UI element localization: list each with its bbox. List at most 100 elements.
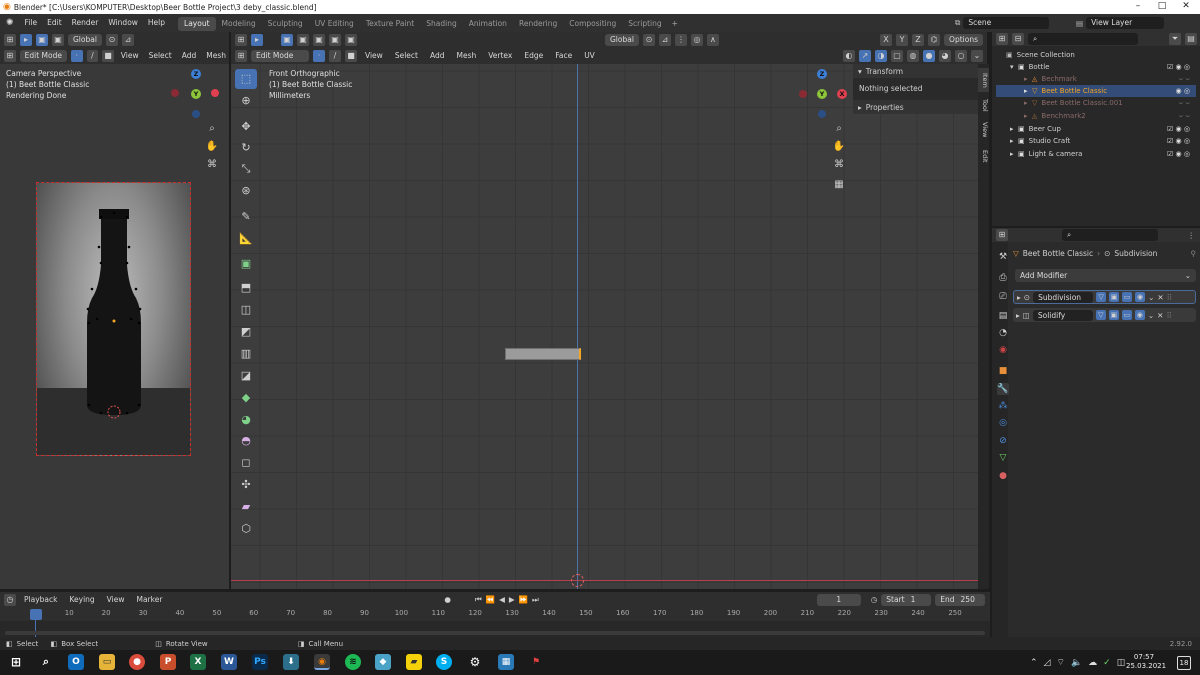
powerpoint-icon[interactable]: P xyxy=(160,654,176,670)
modifier-panel-subdivision[interactable]: ▸ ⊙ Subdivision ▽ ▣ ▭ ◉ ⌄ ✕ ⠿ xyxy=(1013,290,1196,304)
modifier-name-field[interactable]: Solidify xyxy=(1032,309,1093,321)
chrome-icon[interactable]: ● xyxy=(129,654,145,670)
move-tool-icon[interactable]: ✥ xyxy=(235,117,257,137)
outliner-item-beer-cup[interactable]: ▸ ▣ Beer Cup ☑ ◉ ◎ xyxy=(996,123,1196,135)
render-props-icon[interactable]: ⎙ xyxy=(997,272,1009,284)
snap-icon[interactable]: ⊿ xyxy=(658,34,671,46)
mirror-x-toggle[interactable]: X xyxy=(880,34,893,46)
outliner-item-studio-craft[interactable]: ▸ ▣ Studio Craft ☑ ◉ ◎ xyxy=(996,135,1196,147)
rip-tool-icon[interactable]: ⬡ xyxy=(235,519,257,539)
select-mode-intersect-icon[interactable]: ▣ xyxy=(345,34,357,46)
record-icon[interactable]: ● xyxy=(444,595,451,604)
maximize-icon[interactable]: □ xyxy=(1150,0,1174,13)
jump-end-icon[interactable]: ⏭ xyxy=(532,595,539,605)
edge-select-icon[interactable]: / xyxy=(329,50,341,62)
poly-build-tool-icon[interactable]: ◆ xyxy=(235,388,257,408)
chevron-down-icon[interactable]: ⌄ xyxy=(1148,311,1154,320)
prev-keyframe-icon[interactable]: ⏪ xyxy=(486,595,495,604)
new-collection-icon[interactable]: ▤ xyxy=(1185,33,1197,45)
file-explorer-icon[interactable]: ▭ xyxy=(99,654,115,670)
outliner-item-bechmark[interactable]: ▸ ◬ Bechmark ⌣ ⌣ xyxy=(996,73,1196,85)
transform-orientation-dropdown[interactable]: Global xyxy=(605,34,639,46)
left-menu-mesh[interactable]: Mesh xyxy=(203,47,229,65)
photos-icon[interactable]: ▦ xyxy=(498,654,514,670)
extrude-tool-icon[interactable]: ⬒ xyxy=(235,278,257,298)
vertex-select-icon[interactable]: · xyxy=(313,50,325,62)
nav-gizmo-x-neg-icon[interactable] xyxy=(799,90,807,98)
options-dropdown[interactable]: Options xyxy=(944,34,983,46)
auto-merge-icon[interactable]: ⌬ xyxy=(928,34,941,46)
workspace-tab-sculpting[interactable]: Sculpting xyxy=(262,17,309,31)
windows-start-icon[interactable]: ⊞ xyxy=(8,654,24,670)
workspace-tab-shading[interactable]: Shading xyxy=(420,17,462,31)
loop-cut-tool-icon[interactable]: ▥ xyxy=(235,344,257,364)
menu-window[interactable]: Window xyxy=(103,14,143,32)
render-toggle-icon[interactable]: ◉ xyxy=(1135,292,1146,302)
cloud-icon[interactable]: ☁ xyxy=(1088,658,1097,668)
pivot-icon[interactable]: ⊙ xyxy=(642,34,655,46)
edit-mode-toggle-icon[interactable]: ▽ xyxy=(1096,292,1107,302)
workspace-tab-texture-paint[interactable]: Texture Paint xyxy=(360,17,420,31)
download-app-icon[interactable]: ⬇ xyxy=(283,654,299,670)
transform-tool-icon[interactable]: ⊛ xyxy=(235,181,257,201)
face-select-icon[interactable]: ■ xyxy=(345,50,357,62)
physics-props-icon[interactable]: ◎ xyxy=(997,417,1009,429)
main-3d-viewport[interactable]: Front Orthographic (1) Beet Bottle Class… xyxy=(231,64,978,589)
visibility-eye-icon[interactable]: ☑ ◉ ◎ xyxy=(1167,135,1190,147)
chevron-up-icon[interactable]: ⌃ xyxy=(1030,658,1038,668)
viewport-toggle-icon[interactable]: ▭ xyxy=(1121,310,1132,320)
cage-toggle-icon[interactable]: ▣ xyxy=(1108,310,1119,320)
pin-icon[interactable]: ⚲ xyxy=(1191,249,1197,258)
proportional-falloff-icon[interactable]: ∧ xyxy=(706,34,719,46)
outliner-search-input[interactable]: ⌕ xyxy=(1028,33,1138,45)
menu-render[interactable]: Render xyxy=(67,14,104,32)
editor-type-icon[interactable]: ⊞ xyxy=(235,34,247,46)
vertex-select-icon[interactable]: · xyxy=(70,50,83,62)
add-cube-tool-icon[interactable]: ▣ xyxy=(235,254,257,274)
data-props-icon[interactable]: ▽ xyxy=(997,452,1009,464)
pan-hand-icon[interactable]: ✋ xyxy=(832,140,846,154)
display-mode-icon[interactable]: ⊟ xyxy=(1012,33,1024,45)
viewport-toggle-icon[interactable]: ▭ xyxy=(1122,292,1133,302)
select-mode-extend-icon[interactable]: ▣ xyxy=(52,34,64,46)
tool-props-icon[interactable]: ⚒ xyxy=(997,251,1009,263)
nav-gizmo-y-icon[interactable]: Y xyxy=(191,89,201,99)
nav-gizmo-x-neg-icon[interactable] xyxy=(171,89,179,97)
cursor-tool-icon[interactable]: ⊕ xyxy=(235,91,257,111)
zoom-icon[interactable]: ⌕ xyxy=(205,122,219,136)
select-mode-invert-icon[interactable]: ▣ xyxy=(329,34,341,46)
visibility-eye-icon[interactable]: ☑ ◉ ◎ xyxy=(1167,123,1190,135)
timeline-menu-keying[interactable]: Keying xyxy=(65,592,98,607)
settings-icon[interactable]: ⚙ xyxy=(467,654,483,670)
mode-dropdown[interactable]: Edit Mode xyxy=(251,50,309,62)
outliner-item-beet-bottle-classic[interactable]: ▸ ▽ Beet Bottle Classic ◉ ◎ xyxy=(996,85,1196,97)
3d-cursor[interactable] xyxy=(571,574,584,587)
collapse-arrow-icon[interactable]: ▸ xyxy=(1017,293,1021,302)
camera-viewport[interactable]: Camera Perspective (1) Beet Bottle Class… xyxy=(0,64,229,589)
pivot-icon[interactable]: ⊙ xyxy=(105,34,118,46)
check-icon[interactable]: ✓ xyxy=(1103,658,1111,668)
view-layer-field[interactable]: View Layer xyxy=(1086,17,1165,29)
camera-view-icon[interactable]: ⌘ xyxy=(832,158,846,172)
nav-gizmo-z-neg-icon[interactable] xyxy=(192,110,200,118)
outlook-icon[interactable]: O xyxy=(68,654,84,670)
timeline-menu-marker[interactable]: Marker xyxy=(132,592,166,607)
shading-material-icon[interactable]: ◕ xyxy=(939,50,951,62)
app-tray-icon[interactable]: ◫ xyxy=(1117,658,1126,668)
knife-tool-icon[interactable]: ◪ xyxy=(235,366,257,386)
timeline-area[interactable]: 1102030405060708090100110120130140150160… xyxy=(0,607,990,637)
left-menu-add[interactable]: Add xyxy=(179,47,200,65)
visibility-eye-icon[interactable]: ☑ ◉ ◎ xyxy=(1167,61,1190,73)
zoom-icon[interactable]: ⌕ xyxy=(832,122,846,136)
close-icon[interactable]: ✕ xyxy=(1174,0,1198,13)
left-menu-select[interactable]: Select xyxy=(146,47,175,65)
proportional-edit-icon[interactable]: ◎ xyxy=(690,34,703,46)
pan-hand-icon[interactable]: ✋ xyxy=(205,140,219,154)
outliner-item-bottle[interactable]: ▾ ▣ Bottle ☑ ◉ ◎ xyxy=(996,61,1196,73)
shading-wireframe-icon[interactable]: ◍ xyxy=(907,50,919,62)
scene-name-field[interactable]: Scene xyxy=(963,17,1050,29)
sidebar-tab-view[interactable]: View xyxy=(978,120,989,140)
spin-tool-icon[interactable]: ◕ xyxy=(235,410,257,430)
snap-icon[interactable]: ⊿ xyxy=(121,34,134,46)
timeline-scrollbar[interactable] xyxy=(5,631,985,635)
